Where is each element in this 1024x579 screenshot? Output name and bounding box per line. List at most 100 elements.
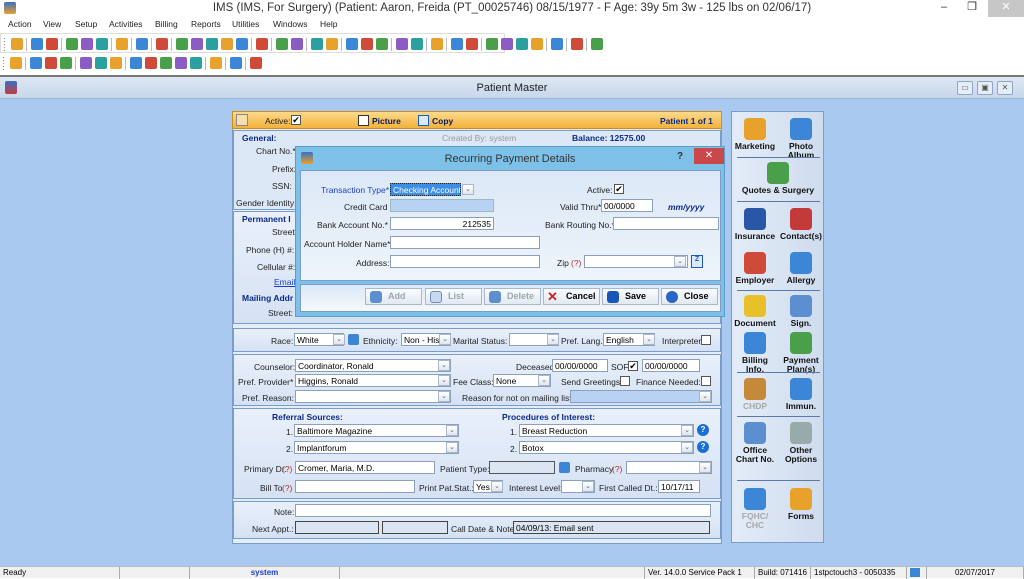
- close-dialog-button[interactable]: Close: [661, 288, 718, 305]
- save-icon[interactable]: [80, 57, 92, 69]
- payment-icon[interactable]: [221, 38, 233, 50]
- side-button-document[interactable]: Document: [732, 295, 778, 328]
- minimize-button[interactable]: –: [930, 0, 958, 17]
- zip-dropdown[interactable]: ⌄: [674, 256, 686, 267]
- toolbar-grip[interactable]: [4, 38, 5, 51]
- note-input[interactable]: [295, 504, 711, 517]
- valid-thru-input[interactable]: 00/0000: [601, 199, 653, 212]
- menu-setup[interactable]: Setup: [75, 19, 97, 29]
- referral-source-1[interactable]: Baltimore Magazine: [294, 424, 459, 437]
- menu-help[interactable]: Help: [320, 19, 337, 29]
- dollar-icon[interactable]: [176, 38, 188, 50]
- report-icon[interactable]: [291, 38, 303, 50]
- close-button[interactable]: ✕: [988, 0, 1024, 17]
- active-checkbox[interactable]: ✔: [291, 115, 301, 125]
- credit-card-input[interactable]: [390, 199, 494, 212]
- prev-icon[interactable]: [145, 57, 157, 69]
- transfer-icon[interactable]: [451, 38, 463, 50]
- primary-dr-help[interactable]: (?): [282, 464, 292, 474]
- refresh-icon[interactable]: [210, 57, 222, 69]
- pref-provider-select[interactable]: Higgins, Ronald: [295, 374, 451, 387]
- last-icon[interactable]: [175, 57, 187, 69]
- schedule-icon[interactable]: [276, 38, 288, 50]
- counselor-select[interactable]: Coordinator, Ronald: [295, 359, 451, 372]
- patient-type-edit-icon[interactable]: [559, 462, 570, 473]
- side-button-sign[interactable]: Sign.: [778, 295, 824, 328]
- interpreter-checkbox[interactable]: [701, 335, 711, 345]
- mailing-reason-dropdown[interactable]: ⌄: [699, 391, 711, 402]
- side-button-marketing[interactable]: Marketing: [732, 118, 778, 151]
- pref-reason-select[interactable]: [295, 390, 451, 403]
- bank-account-input[interactable]: 212535: [390, 217, 494, 230]
- close-icon[interactable]: [250, 57, 262, 69]
- zip-lookup-icon[interactable]: Z: [691, 255, 703, 268]
- side-button-fqhc-chc[interactable]: FQHC/ CHC: [732, 488, 778, 530]
- referral-source-2[interactable]: Implantforum: [294, 441, 459, 454]
- help-icon[interactable]: [230, 57, 242, 69]
- menu-view[interactable]: View: [43, 19, 61, 29]
- mdi-close-button[interactable]: ✕: [997, 81, 1013, 95]
- side-button-quotes-surgery[interactable]: Quotes & Surgery: [732, 162, 824, 195]
- cancel-button[interactable]: ✕ Cancel: [543, 288, 600, 305]
- menu-windows[interactable]: Windows: [273, 19, 307, 29]
- zip-select[interactable]: [584, 255, 688, 268]
- counselor-dropdown[interactable]: ⌄: [438, 360, 450, 371]
- side-button-allergy[interactable]: Allergy: [778, 252, 824, 285]
- menu-billing[interactable]: Billing: [155, 19, 178, 29]
- save-button[interactable]: Save: [602, 288, 659, 305]
- edit-note-icon[interactable]: [81, 38, 93, 50]
- side-button-forms[interactable]: Forms: [778, 488, 824, 521]
- account-holder-input[interactable]: [390, 236, 540, 249]
- dialog-close-button[interactable]: ✕: [694, 148, 724, 164]
- calendar-icon[interactable]: [256, 38, 268, 50]
- notes-icon[interactable]: [156, 38, 168, 50]
- finance-needed-checkbox[interactable]: [701, 376, 711, 386]
- photo-icon[interactable]: [501, 38, 513, 50]
- side-button-other-options[interactable]: Other Options: [778, 422, 824, 464]
- interest-level-dropdown[interactable]: ⌄: [582, 481, 594, 492]
- export-icon[interactable]: [466, 38, 478, 50]
- billing-icon[interactable]: [206, 38, 218, 50]
- side-button-employer[interactable]: Employer: [732, 252, 778, 285]
- referral-2-dropdown[interactable]: ⌄: [446, 442, 458, 453]
- side-button-photo-album[interactable]: Photo Album: [778, 118, 824, 160]
- race-edit-icon[interactable]: [348, 334, 359, 345]
- help-icon[interactable]: [551, 38, 563, 50]
- patient-add-icon[interactable]: [31, 38, 43, 50]
- deceased-date[interactable]: 00/00/0000: [552, 359, 608, 372]
- chart-icon[interactable]: [396, 38, 408, 50]
- print-pat-stat-dropdown[interactable]: ⌄: [491, 481, 503, 492]
- patient-icon[interactable]: [11, 38, 23, 50]
- procedure-2-dropdown[interactable]: ⌄: [681, 442, 693, 453]
- lab-flask-icon[interactable]: [96, 38, 108, 50]
- list-button[interactable]: List: [425, 288, 482, 305]
- side-button-office-chart-no[interactable]: Office Chart No.: [732, 422, 778, 464]
- add-button[interactable]: Add: [365, 288, 422, 305]
- contacts-icon[interactable]: [411, 38, 423, 50]
- picture-button[interactable]: Picture: [372, 116, 401, 126]
- preview-icon[interactable]: [486, 38, 498, 50]
- side-button-immun[interactable]: Immun.: [778, 378, 824, 411]
- mdi-minimize-button[interactable]: ▭: [957, 81, 973, 95]
- primary-dr-input[interactable]: Cromer, Maria, M.D.: [295, 461, 435, 474]
- mailing-reason-select[interactable]: [570, 390, 712, 403]
- mdi-restore-button[interactable]: ▣: [977, 81, 993, 95]
- calendar-new-icon[interactable]: [361, 38, 373, 50]
- address-input[interactable]: [390, 255, 540, 268]
- dialog-active-checkbox[interactable]: ✔: [614, 184, 624, 194]
- first-icon[interactable]: [130, 57, 142, 69]
- transaction-type-select[interactable]: Checking Account: [390, 183, 461, 196]
- sort-icon[interactable]: [190, 57, 202, 69]
- side-button-chdp[interactable]: CHDP: [732, 378, 778, 411]
- folder-icon[interactable]: [66, 38, 78, 50]
- window-icon[interactable]: [110, 57, 122, 69]
- bill-to-input[interactable]: [295, 480, 415, 493]
- pref-reason-dropdown[interactable]: ⌄: [438, 391, 450, 402]
- pref-provider-dropdown[interactable]: ⌄: [438, 375, 450, 386]
- payment-refresh-icon[interactable]: [236, 38, 248, 50]
- copy-button[interactable]: Copy: [432, 116, 453, 126]
- patient-type-input[interactable]: [489, 461, 555, 474]
- zip-help[interactable]: (?): [571, 258, 581, 268]
- toolbar-grip[interactable]: [3, 57, 4, 70]
- add-icon[interactable]: [30, 57, 42, 69]
